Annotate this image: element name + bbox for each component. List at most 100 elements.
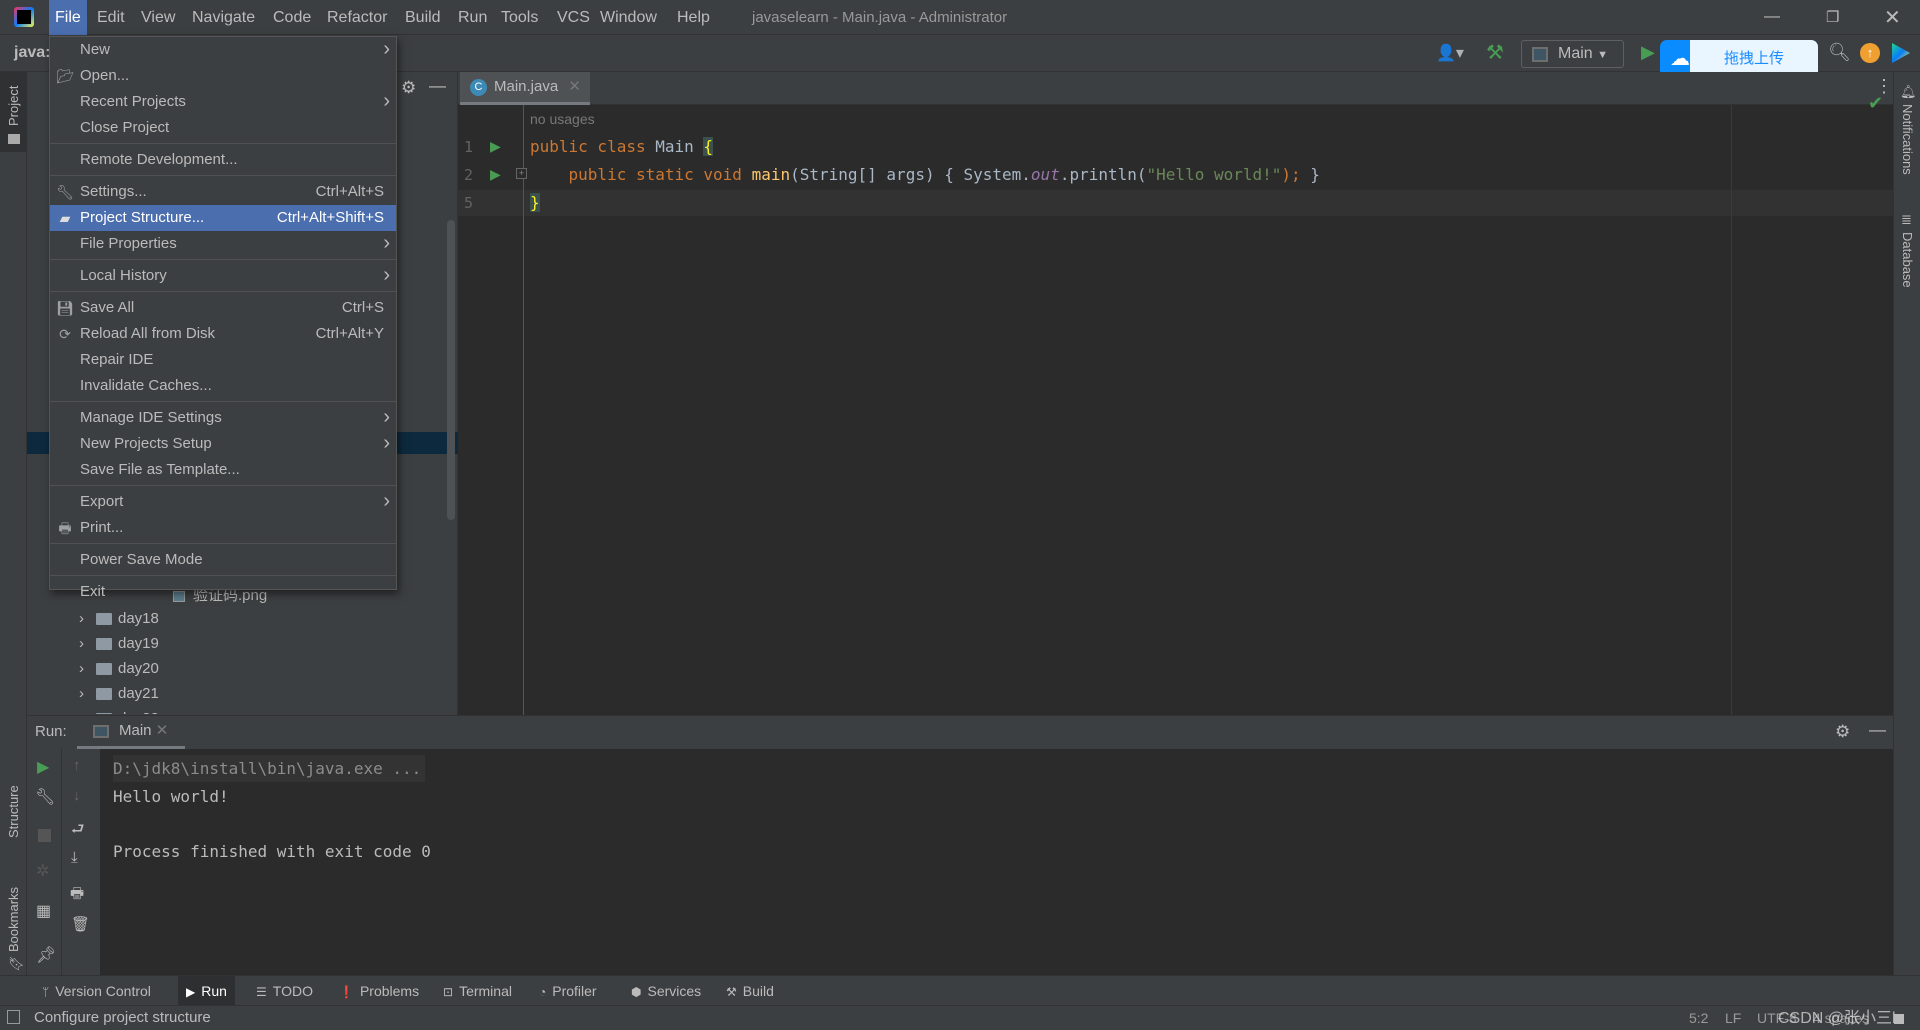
menu-item-invalidate-caches[interactable]: Invalidate Caches... bbox=[50, 373, 396, 399]
chevron-right-icon[interactable]: › bbox=[79, 710, 84, 714]
hide-panel-icon[interactable]: — bbox=[1869, 720, 1886, 740]
tool-tab-todo[interactable]: ☰ TODO bbox=[248, 976, 321, 1006]
menu-vcs[interactable]: VCS bbox=[551, 0, 596, 35]
tool-tab-profiler[interactable]: ◔ Profiler bbox=[531, 976, 605, 1006]
menu-navigate[interactable]: Navigate bbox=[186, 0, 261, 35]
stop-icon[interactable] bbox=[38, 829, 51, 842]
tool-tab-problems[interactable]: ❗ Problems bbox=[331, 976, 427, 1006]
search-icon[interactable]: 🔍︎ bbox=[1828, 42, 1851, 63]
menu-item-power-save-mode[interactable]: Power Save Mode bbox=[50, 547, 396, 573]
tool-tab-services[interactable]: ⬢ Services bbox=[623, 976, 709, 1006]
chevron-right-icon[interactable]: › bbox=[79, 660, 84, 677]
tree-item-folder[interactable]: › day19 bbox=[79, 631, 159, 656]
menu-edit[interactable]: Edit bbox=[91, 0, 131, 35]
project-scrollbar[interactable] bbox=[447, 220, 455, 520]
tab-main-java[interactable]: C Main.java ✕ bbox=[460, 72, 590, 105]
fold-icon[interactable]: + bbox=[516, 168, 527, 179]
services-icon: ⬢ bbox=[631, 985, 642, 999]
settings-gear-icon[interactable]: ⚙ bbox=[1835, 722, 1850, 742]
close-tab-icon[interactable]: ✕ bbox=[156, 722, 169, 739]
console-output[interactable]: D:\jdk8\install\bin\java.exe ... Hello w… bbox=[100, 749, 1893, 976]
tool-tab-build[interactable]: ⚒ Build bbox=[718, 976, 782, 1006]
build-hammer-icon[interactable]: ⚒ bbox=[1486, 40, 1504, 65]
tool-tab-terminal[interactable]: ⊡ Terminal bbox=[435, 976, 520, 1006]
menu-run[interactable]: Run bbox=[452, 0, 493, 35]
layout-icon[interactable]: ▦ bbox=[36, 901, 51, 921]
bookmarks-tool-button[interactable]: Bookmarks 🔖︎ bbox=[0, 862, 27, 972]
hide-panel-icon[interactable]: — bbox=[429, 76, 446, 96]
run-button[interactable]: ▶ bbox=[1641, 42, 1655, 63]
menu-item-open[interactable]: 📂︎ Open... bbox=[50, 63, 396, 89]
settings-gear-icon[interactable]: ⚙ bbox=[401, 78, 416, 98]
code-editor[interactable]: no usages 1 2 5 ▶ ▶ + public class Main … bbox=[458, 93, 1893, 715]
menu-item-save-file-as-template[interactable]: Save File as Template... bbox=[50, 457, 396, 483]
print-icon: 🖶 bbox=[58, 520, 72, 536]
tree-item-folder[interactable]: › day22 bbox=[79, 706, 159, 714]
menu-item-file-properties[interactable]: File Properties › bbox=[50, 231, 396, 257]
menu-code[interactable]: Code bbox=[267, 0, 317, 35]
menu-item-reload-all-from-disk[interactable]: ⟳ Reload All from Disk Ctrl+Alt+Y bbox=[50, 321, 396, 347]
soft-wrap-icon[interactable]: ⮐ bbox=[71, 819, 85, 844]
debug-icon[interactable]: ✲ bbox=[36, 861, 49, 881]
print-icon[interactable]: 🖶 bbox=[70, 883, 84, 908]
tool-tab-run[interactable]: ▶ Run bbox=[178, 976, 235, 1006]
structure-tool-button[interactable]: Structure bbox=[0, 762, 27, 862]
menu-item-repair-ide[interactable]: Repair IDE bbox=[50, 347, 396, 373]
menu-item-close-project[interactable]: Close Project bbox=[50, 115, 396, 141]
restore-button[interactable]: ❐ bbox=[1826, 8, 1839, 26]
menu-refactor[interactable]: Refactor bbox=[321, 0, 393, 35]
wrench-icon[interactable]: 🔧︎ bbox=[35, 787, 55, 807]
chevron-right-icon[interactable]: › bbox=[79, 635, 84, 652]
menu-tools[interactable]: Tools bbox=[495, 0, 544, 35]
tree-item-folder[interactable]: › day18 bbox=[79, 606, 159, 631]
bell-icon: 🔔︎ bbox=[1900, 84, 1917, 99]
run-tab-main[interactable]: Main ✕ bbox=[77, 716, 185, 749]
line-separator[interactable]: LF bbox=[1725, 1010, 1741, 1026]
down-arrow-icon[interactable]: ↓ bbox=[73, 787, 81, 804]
menu-item-new[interactable]: New › bbox=[50, 37, 396, 63]
chevron-right-icon[interactable]: › bbox=[79, 685, 84, 702]
menu-item-print[interactable]: 🖶 Print... bbox=[50, 515, 396, 541]
menu-build[interactable]: Build bbox=[399, 0, 447, 35]
menu-file[interactable]: File bbox=[49, 0, 87, 35]
user-icon[interactable]: 👤▾ bbox=[1436, 43, 1464, 63]
run-gutter-icon[interactable]: ▶ bbox=[490, 138, 501, 155]
database-tool-button[interactable]: ≣ Database bbox=[1894, 212, 1920, 312]
jetbrains-toolbox-icon[interactable] bbox=[1892, 43, 1910, 63]
menu-item-export[interactable]: Export › bbox=[50, 489, 396, 515]
minimize-button[interactable]: — bbox=[1764, 8, 1780, 26]
close-tab-icon[interactable]: ✕ bbox=[568, 78, 581, 95]
up-arrow-icon[interactable]: ↑ bbox=[73, 757, 81, 774]
menu-item-project-structure[interactable]: ▰ Project Structure... Ctrl+Alt+Shift+S bbox=[50, 205, 396, 231]
close-button[interactable]: ✕ bbox=[1884, 5, 1901, 30]
menu-item-new-projects-setup[interactable]: New Projects Setup › bbox=[50, 431, 396, 457]
tree-item-folder[interactable]: › day20 bbox=[79, 656, 159, 681]
lock-icon[interactable] bbox=[1894, 1014, 1904, 1024]
caret-position[interactable]: 5:2 bbox=[1689, 1010, 1708, 1026]
chevron-right-icon[interactable]: › bbox=[79, 610, 84, 627]
run-gutter-icon[interactable]: ▶ bbox=[490, 166, 501, 183]
tree-item-folder[interactable]: › day21 bbox=[79, 681, 159, 706]
menu-item-save-all[interactable]: 💾︎ Save All Ctrl+S bbox=[50, 295, 396, 321]
menu-item-local-history[interactable]: Local History › bbox=[50, 263, 396, 289]
tool-tab-version-control[interactable]: ᛘ Version Control bbox=[34, 976, 159, 1006]
rerun-icon[interactable]: ▶ bbox=[37, 757, 49, 777]
notifications-tool-button[interactable]: 🔔︎ Notifications bbox=[1894, 84, 1920, 194]
menu-item-settings[interactable]: 🔧︎ Settings... Ctrl+Alt+S bbox=[50, 179, 396, 205]
menu-item-manage-ide-settings[interactable]: Manage IDE Settings › bbox=[50, 405, 396, 431]
pin-icon[interactable]: 📌︎ bbox=[36, 945, 56, 965]
menu-help[interactable]: Help bbox=[671, 0, 716, 35]
update-icon[interactable]: ↑ bbox=[1860, 43, 1880, 63]
project-name[interactable]: java: bbox=[14, 44, 50, 62]
menu-view[interactable]: View bbox=[135, 0, 181, 35]
menu-item-remote-development[interactable]: Remote Development... bbox=[50, 147, 396, 173]
menu-item-exit[interactable]: Exit bbox=[50, 579, 396, 605]
project-tool-button[interactable]: Project bbox=[0, 72, 27, 152]
status-panel-icon[interactable] bbox=[7, 1010, 20, 1024]
trash-icon[interactable]: 🗑︎ bbox=[71, 915, 90, 933]
run-config-dropdown[interactable]: Main ▼ bbox=[1521, 40, 1624, 68]
scroll-to-end-icon[interactable]: ⤓ bbox=[71, 849, 78, 866]
no-usages-hint[interactable]: no usages bbox=[530, 111, 595, 127]
menu-window[interactable]: Window bbox=[594, 0, 663, 35]
menu-item-recent-projects[interactable]: Recent Projects › bbox=[50, 89, 396, 115]
